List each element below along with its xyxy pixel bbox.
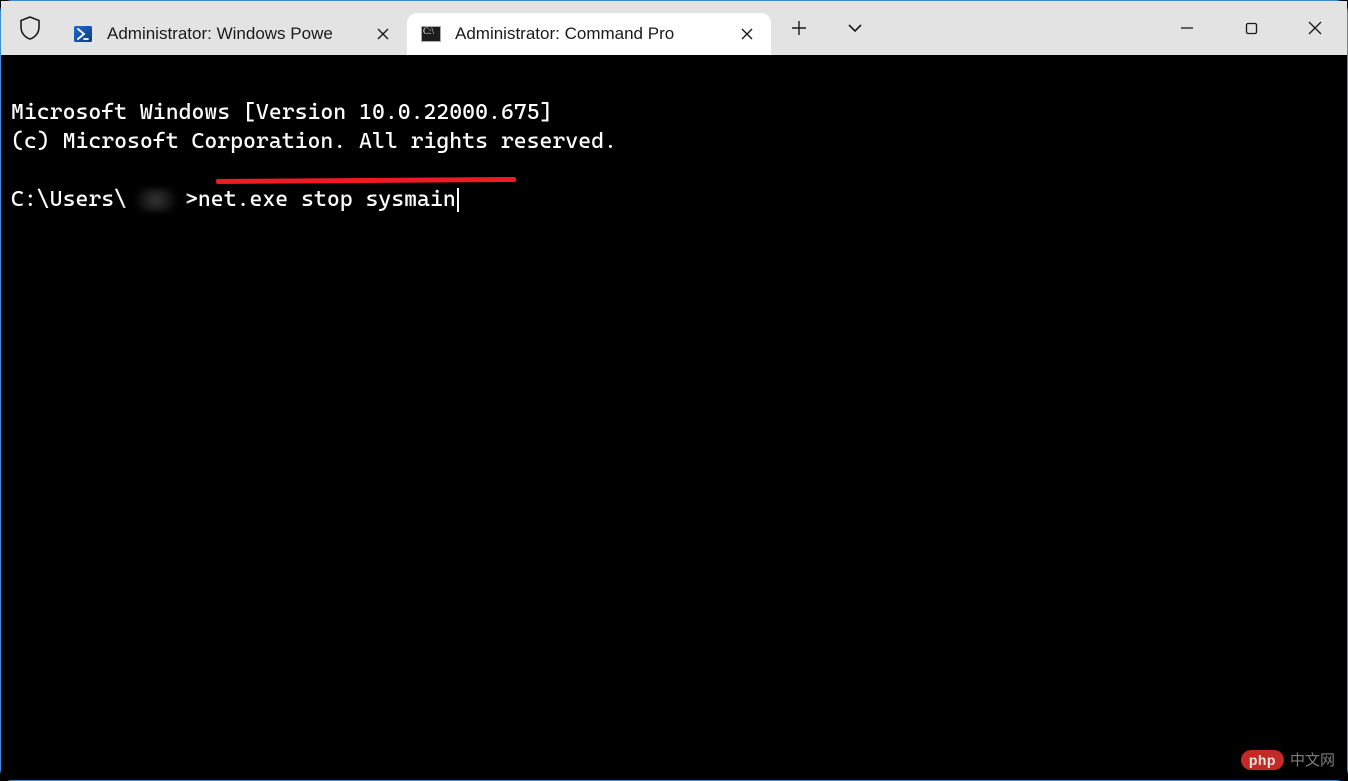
banner-line-2: (c) Microsoft Corporation. All rights re…	[11, 129, 617, 154]
tab-close-button[interactable]	[371, 22, 395, 46]
banner-line-1: Microsoft Windows [Version 10.0.22000.67…	[11, 100, 552, 125]
tab-dropdown-button[interactable]	[827, 1, 883, 55]
tab-close-button[interactable]	[735, 22, 759, 46]
close-window-button[interactable]	[1283, 1, 1347, 55]
privacy-shield-icon[interactable]	[1, 1, 59, 55]
typed-command: net.exe stop sysmain	[198, 187, 456, 212]
tab-powershell[interactable]: Administrator: Windows Powe	[59, 13, 407, 55]
maximize-button[interactable]	[1219, 1, 1283, 55]
powershell-icon	[73, 24, 93, 44]
new-tab-button[interactable]	[771, 1, 827, 55]
terminal-area[interactable]: Microsoft Windows [Version 10.0.22000.67…	[1, 55, 1347, 780]
titlebar: Administrator: Windows Powe Administrato…	[1, 1, 1347, 55]
window-controls	[1155, 1, 1347, 55]
text-cursor	[457, 188, 459, 212]
watermark: php 中文网	[1241, 749, 1335, 770]
watermark-badge: php	[1241, 750, 1284, 770]
prompt-line: C:\Users\ >net.exe stop sysmain	[11, 187, 459, 212]
tab-bar: Administrator: Windows Powe Administrato…	[59, 1, 771, 55]
cmd-icon	[421, 24, 441, 44]
prompt-separator: >	[185, 187, 198, 212]
tab-label: Administrator: Command Pro	[455, 24, 727, 44]
redacted-username	[127, 189, 185, 211]
minimize-button[interactable]	[1155, 1, 1219, 55]
prompt-path: C:\Users\	[11, 187, 127, 212]
red-underline-annotation	[216, 177, 516, 184]
watermark-text: 中文网	[1290, 749, 1335, 770]
tab-label: Administrator: Windows Powe	[107, 24, 363, 44]
tab-command-prompt[interactable]: Administrator: Command Pro	[407, 13, 771, 55]
